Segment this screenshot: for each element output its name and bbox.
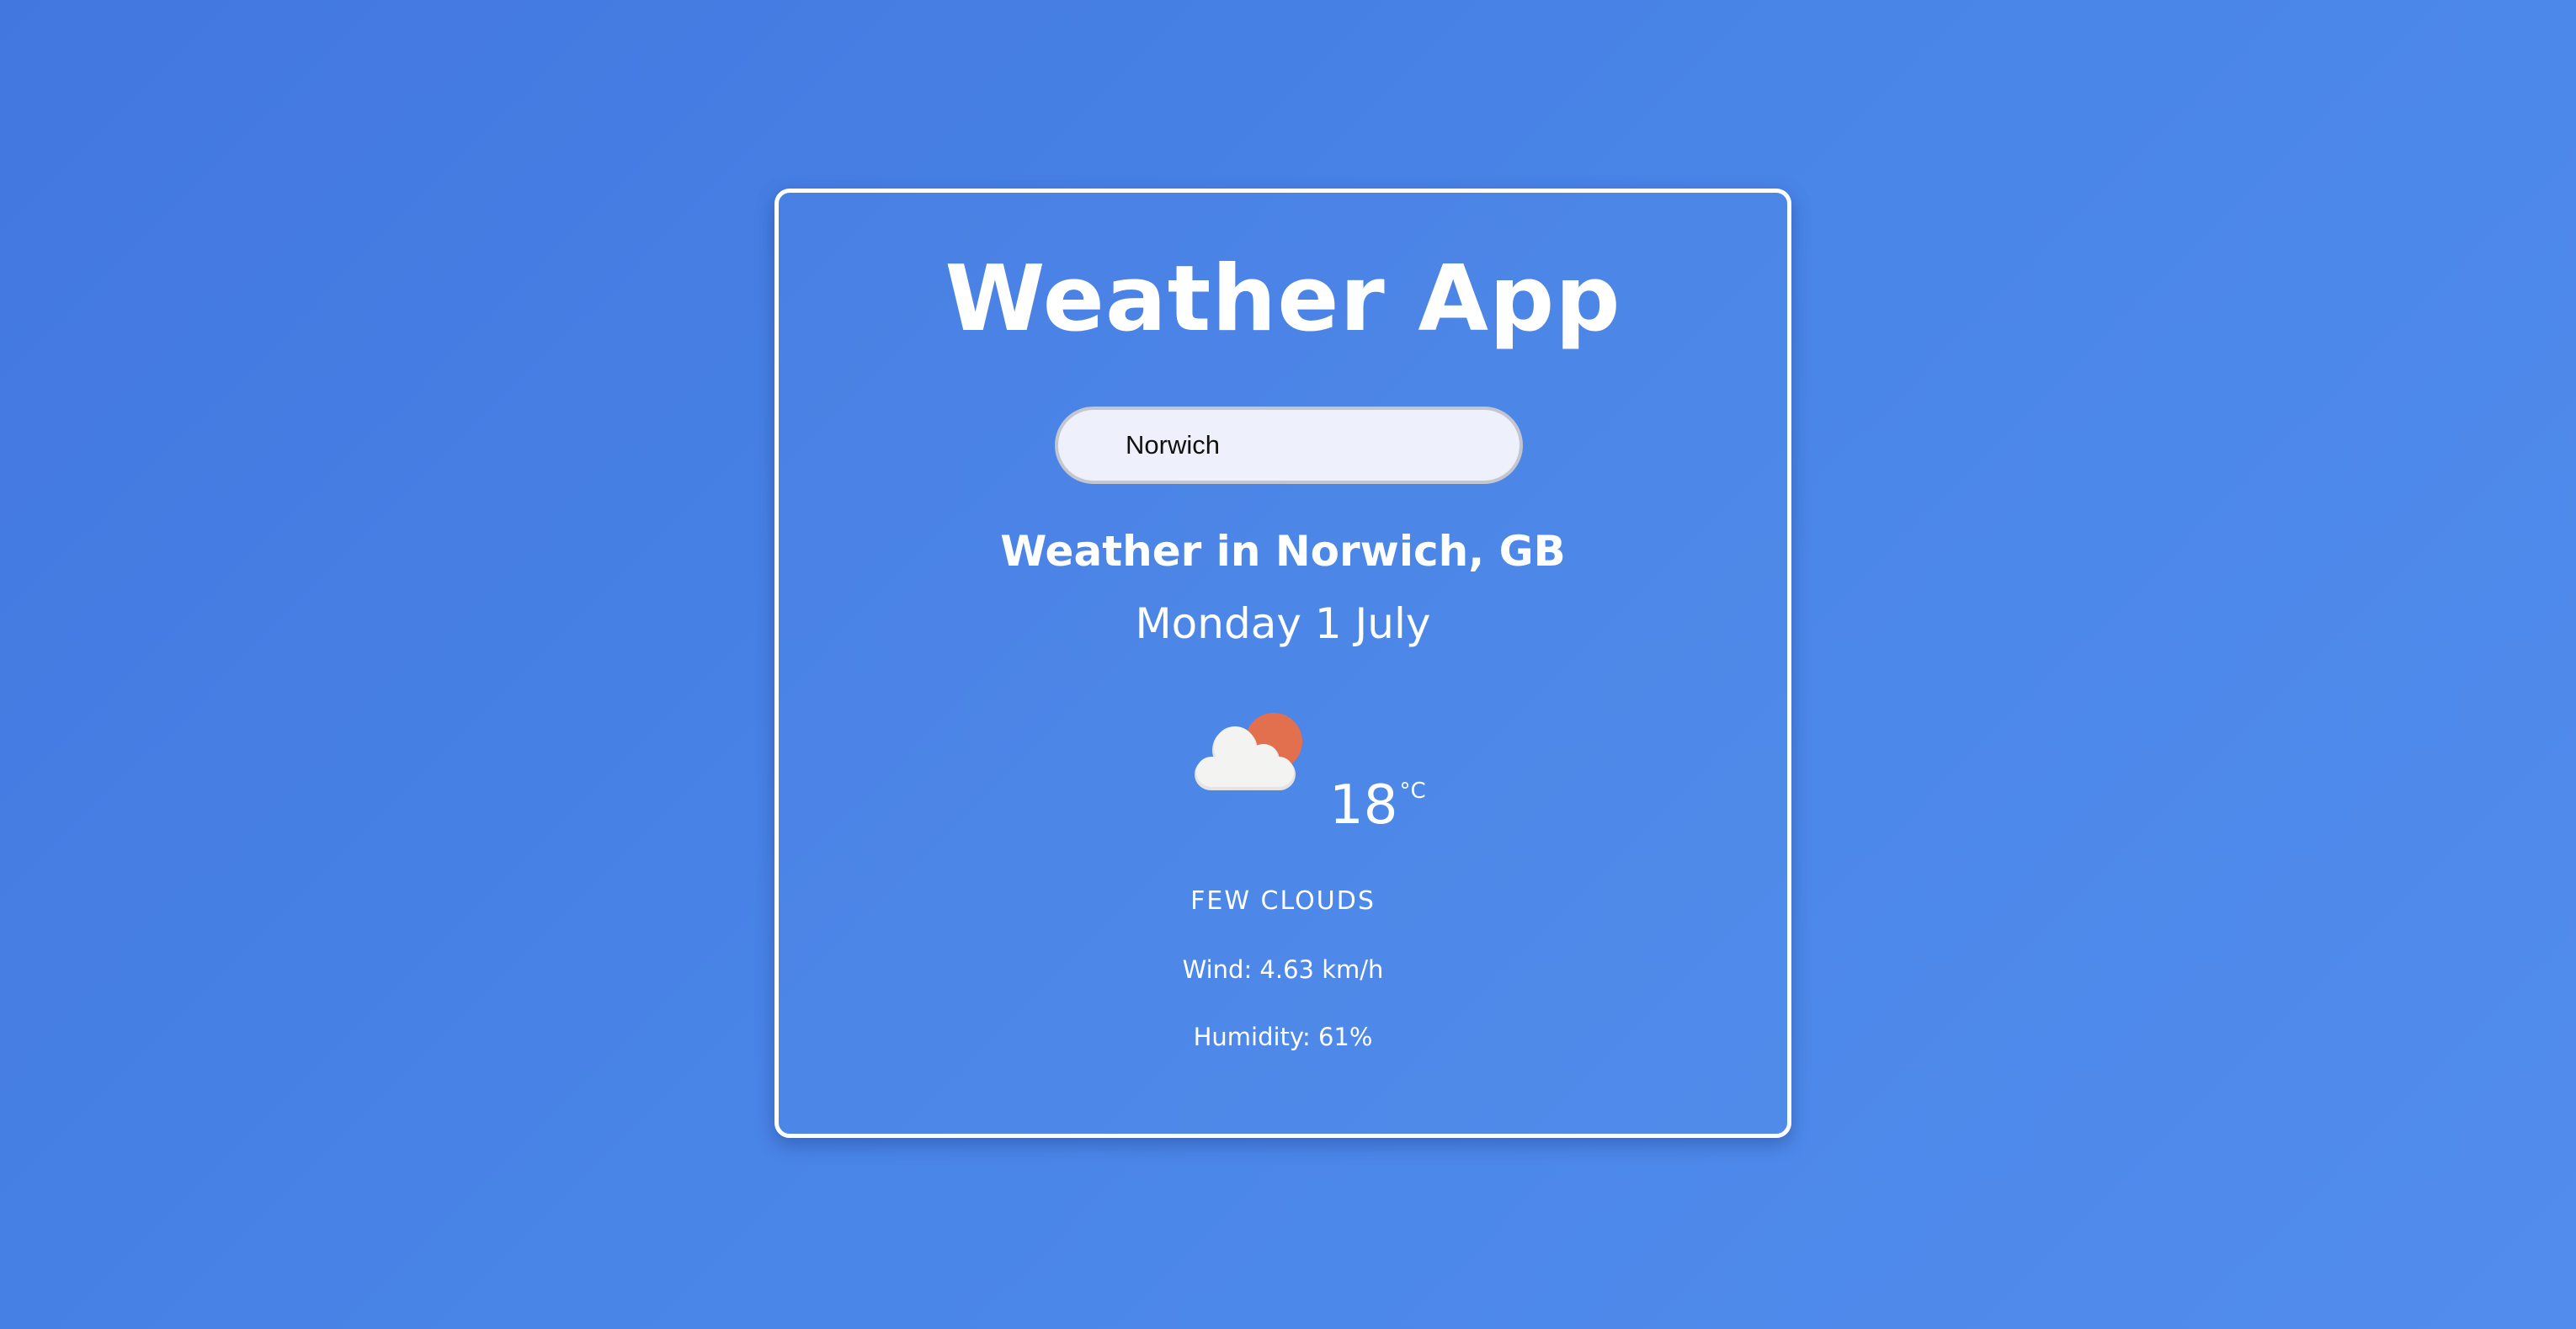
weather-description: FEW CLOUDS	[1190, 886, 1376, 916]
wind-speed: Wind: 4.63 km/h	[1182, 955, 1384, 984]
few-clouds-icon	[1195, 713, 1302, 790]
weather-card: Weather App Weather in Norwich, GB Monda…	[774, 189, 1791, 1138]
search-box[interactable]	[1055, 407, 1523, 484]
humidity: Humidity: 61%	[1193, 1023, 1373, 1051]
temperature-unit: °C	[1399, 779, 1426, 804]
temperature-value: 18	[1329, 774, 1398, 837]
current-date: Monday 1 July	[1135, 599, 1431, 648]
app-title: Weather App	[945, 247, 1621, 352]
city-search-input[interactable]	[1058, 410, 1520, 481]
temperature-display: 18°C	[1329, 773, 1426, 838]
location-heading: Weather in Norwich, GB	[1000, 527, 1566, 576]
